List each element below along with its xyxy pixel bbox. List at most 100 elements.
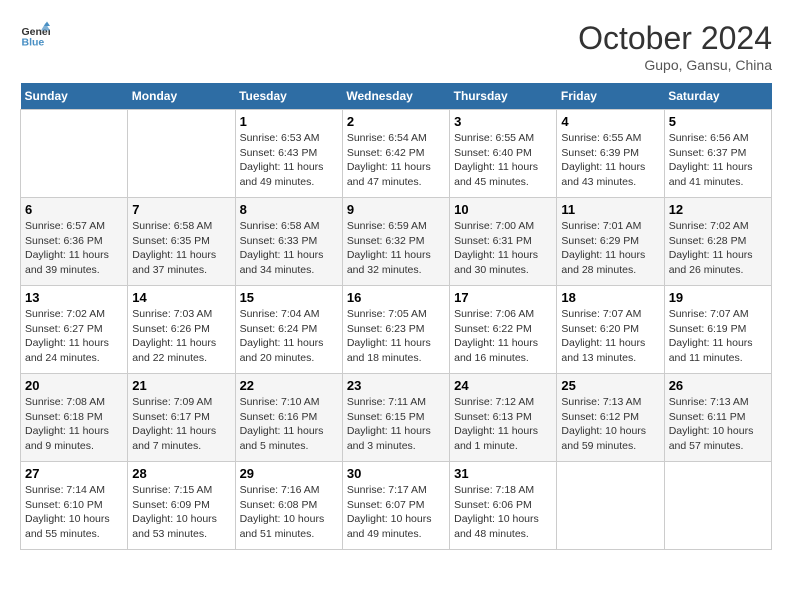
day-number: 1	[240, 114, 338, 129]
calendar-cell: 24 Sunrise: 7:12 AMSunset: 6:13 PMDayligh…	[450, 374, 557, 462]
day-info: Sunrise: 7:18 AMSunset: 6:06 PMDaylight:…	[454, 483, 552, 542]
day-number: 9	[347, 202, 445, 217]
calendar-cell: 15 Sunrise: 7:04 AMSunset: 6:24 PMDayligh…	[235, 286, 342, 374]
day-number: 13	[25, 290, 123, 305]
calendar-cell: 20Sunrise: 7:08 AMSunset: 6:18 PMDayligh…	[21, 374, 128, 462]
day-info: Sunrise: 7:09 AMSunset: 6:17 PMDaylight:…	[132, 395, 230, 454]
day-number: 3	[454, 114, 552, 129]
calendar-cell: 16 Sunrise: 7:05 AMSunset: 6:23 PMDayligh…	[342, 286, 449, 374]
day-number: 29	[240, 466, 338, 481]
day-number: 20	[25, 378, 123, 393]
day-number: 7	[132, 202, 230, 217]
day-number: 2	[347, 114, 445, 129]
calendar-cell	[128, 110, 235, 198]
calendar-cell: 7 Sunrise: 6:58 AMSunset: 6:35 PMDaylight…	[128, 198, 235, 286]
calendar-cell: 21 Sunrise: 7:09 AMSunset: 6:17 PMDayligh…	[128, 374, 235, 462]
day-info: Sunrise: 7:05 AMSunset: 6:23 PMDaylight:…	[347, 307, 445, 366]
calendar-cell: 14 Sunrise: 7:03 AMSunset: 6:26 PMDayligh…	[128, 286, 235, 374]
day-number: 8	[240, 202, 338, 217]
day-info: Sunrise: 7:07 AMSunset: 6:19 PMDaylight:…	[669, 307, 767, 366]
month-title: October 2024	[578, 20, 772, 57]
calendar-cell	[557, 462, 664, 550]
day-info: Sunrise: 7:15 AMSunset: 6:09 PMDaylight:…	[132, 483, 230, 542]
calendar-cell: 10Sunrise: 7:00 AMSunset: 6:31 PMDayligh…	[450, 198, 557, 286]
day-number: 14	[132, 290, 230, 305]
day-number: 6	[25, 202, 123, 217]
day-info: Sunrise: 6:59 AMSunset: 6:32 PMDaylight:…	[347, 219, 445, 278]
calendar-week-row: 1 Sunrise: 6:53 AMSunset: 6:43 PMDaylight…	[21, 110, 772, 198]
weekday-header: Thursday	[450, 83, 557, 110]
day-number: 26	[669, 378, 767, 393]
location-subtitle: Gupo, Gansu, China	[578, 57, 772, 73]
calendar-week-row: 27 Sunrise: 7:14 AMSunset: 6:10 PMDayligh…	[21, 462, 772, 550]
calendar-cell: 28 Sunrise: 7:15 AMSunset: 6:09 PMDayligh…	[128, 462, 235, 550]
day-number: 30	[347, 466, 445, 481]
day-info: Sunrise: 6:58 AMSunset: 6:35 PMDaylight:…	[132, 219, 230, 278]
calendar-table: SundayMondayTuesdayWednesdayThursdayFrid…	[20, 83, 772, 550]
calendar-cell: 8 Sunrise: 6:58 AMSunset: 6:33 PMDaylight…	[235, 198, 342, 286]
day-info: Sunrise: 6:57 AMSunset: 6:36 PMDaylight:…	[25, 219, 123, 278]
calendar-cell: 26 Sunrise: 7:13 AMSunset: 6:11 PMDayligh…	[664, 374, 771, 462]
day-info: Sunrise: 7:04 AMSunset: 6:24 PMDaylight:…	[240, 307, 338, 366]
day-info: Sunrise: 7:11 AMSunset: 6:15 PMDaylight:…	[347, 395, 445, 454]
day-number: 23	[347, 378, 445, 393]
title-block: October 2024 Gupo, Gansu, China	[578, 20, 772, 73]
calendar-cell: 5 Sunrise: 6:56 AMSunset: 6:37 PMDaylight…	[664, 110, 771, 198]
calendar-cell	[21, 110, 128, 198]
day-number: 11	[561, 202, 659, 217]
day-info: Sunrise: 7:10 AMSunset: 6:16 PMDaylight:…	[240, 395, 338, 454]
weekday-header: Tuesday	[235, 83, 342, 110]
day-info: Sunrise: 6:54 AMSunset: 6:42 PMDaylight:…	[347, 131, 445, 190]
svg-text:Blue: Blue	[22, 37, 45, 49]
calendar-cell	[664, 462, 771, 550]
calendar-cell: 30 Sunrise: 7:17 AMSunset: 6:07 PMDayligh…	[342, 462, 449, 550]
calendar-cell: 31Sunrise: 7:18 AMSunset: 6:06 PMDayligh…	[450, 462, 557, 550]
day-info: Sunrise: 7:07 AMSunset: 6:20 PMDaylight:…	[561, 307, 659, 366]
day-info: Sunrise: 7:12 AMSunset: 6:13 PMDaylight:…	[454, 395, 552, 454]
day-number: 24	[454, 378, 552, 393]
header-row: SundayMondayTuesdayWednesdayThursdayFrid…	[21, 83, 772, 110]
day-number: 27	[25, 466, 123, 481]
page-header: General Blue October 2024 Gupo, Gansu, C…	[20, 20, 772, 73]
day-info: Sunrise: 7:13 AMSunset: 6:11 PMDaylight:…	[669, 395, 767, 454]
day-number: 5	[669, 114, 767, 129]
calendar-cell: 3 Sunrise: 6:55 AMSunset: 6:40 PMDaylight…	[450, 110, 557, 198]
calendar-cell: 6 Sunrise: 6:57 AMSunset: 6:36 PMDaylight…	[21, 198, 128, 286]
logo-icon: General Blue	[20, 20, 50, 50]
day-info: Sunrise: 7:00 AMSunset: 6:31 PMDaylight:…	[454, 219, 552, 278]
calendar-cell: 1 Sunrise: 6:53 AMSunset: 6:43 PMDaylight…	[235, 110, 342, 198]
day-number: 16	[347, 290, 445, 305]
day-info: Sunrise: 7:01 AMSunset: 6:29 PMDaylight:…	[561, 219, 659, 278]
weekday-header: Saturday	[664, 83, 771, 110]
day-number: 22	[240, 378, 338, 393]
calendar-cell: 25Sunrise: 7:13 AMSunset: 6:12 PMDayligh…	[557, 374, 664, 462]
day-info: Sunrise: 7:02 AMSunset: 6:28 PMDaylight:…	[669, 219, 767, 278]
day-number: 25	[561, 378, 659, 393]
calendar-week-row: 6 Sunrise: 6:57 AMSunset: 6:36 PMDaylight…	[21, 198, 772, 286]
calendar-cell: 23 Sunrise: 7:11 AMSunset: 6:15 PMDayligh…	[342, 374, 449, 462]
calendar-cell: 19 Sunrise: 7:07 AMSunset: 6:19 PMDayligh…	[664, 286, 771, 374]
day-info: Sunrise: 6:58 AMSunset: 6:33 PMDaylight:…	[240, 219, 338, 278]
day-number: 17	[454, 290, 552, 305]
calendar-cell: 2 Sunrise: 6:54 AMSunset: 6:42 PMDaylight…	[342, 110, 449, 198]
day-number: 21	[132, 378, 230, 393]
day-number: 15	[240, 290, 338, 305]
calendar-cell: 11 Sunrise: 7:01 AMSunset: 6:29 PMDayligh…	[557, 198, 664, 286]
day-info: Sunrise: 6:55 AMSunset: 6:39 PMDaylight:…	[561, 131, 659, 190]
day-number: 4	[561, 114, 659, 129]
day-info: Sunrise: 7:14 AMSunset: 6:10 PMDaylight:…	[25, 483, 123, 542]
weekday-header: Monday	[128, 83, 235, 110]
day-number: 12	[669, 202, 767, 217]
calendar-cell: 27 Sunrise: 7:14 AMSunset: 6:10 PMDayligh…	[21, 462, 128, 550]
day-info: Sunrise: 6:53 AMSunset: 6:43 PMDaylight:…	[240, 131, 338, 190]
day-number: 19	[669, 290, 767, 305]
day-info: Sunrise: 7:17 AMSunset: 6:07 PMDaylight:…	[347, 483, 445, 542]
logo: General Blue	[20, 20, 50, 50]
day-number: 28	[132, 466, 230, 481]
day-info: Sunrise: 7:03 AMSunset: 6:26 PMDaylight:…	[132, 307, 230, 366]
day-info: Sunrise: 6:55 AMSunset: 6:40 PMDaylight:…	[454, 131, 552, 190]
day-info: Sunrise: 6:56 AMSunset: 6:37 PMDaylight:…	[669, 131, 767, 190]
calendar-week-row: 20Sunrise: 7:08 AMSunset: 6:18 PMDayligh…	[21, 374, 772, 462]
day-info: Sunrise: 7:16 AMSunset: 6:08 PMDaylight:…	[240, 483, 338, 542]
calendar-cell: 9 Sunrise: 6:59 AMSunset: 6:32 PMDaylight…	[342, 198, 449, 286]
